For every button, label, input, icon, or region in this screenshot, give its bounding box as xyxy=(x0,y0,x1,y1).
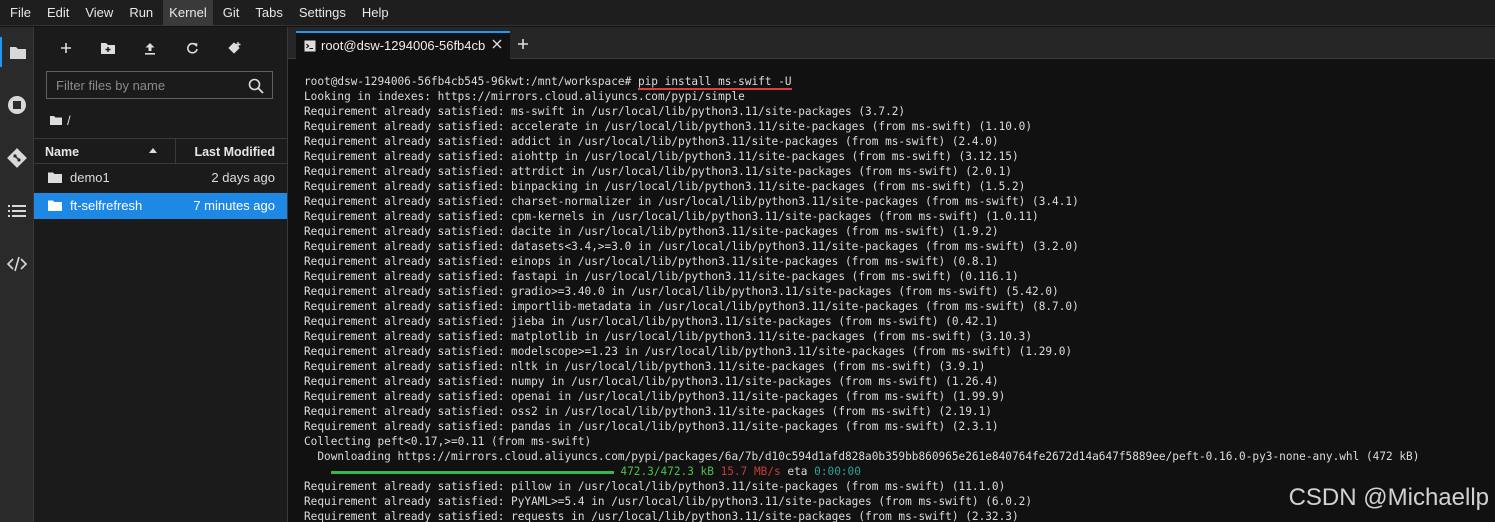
upload-icon xyxy=(145,42,155,55)
breadcrumb-root[interactable]: / xyxy=(67,113,71,128)
search-icon[interactable] xyxy=(248,78,264,94)
filter-box xyxy=(46,71,273,99)
command-underline xyxy=(637,88,792,90)
tab-terminal[interactable]: root@dsw-1294006-56fb4cb xyxy=(296,31,510,59)
menu-bar: File Edit View Run Kernel Git Tabs Settings Help xyxy=(0,0,1495,26)
file-name: demo1 xyxy=(70,170,110,185)
terminal-line: Collecting peft<0.17,>=0.11 (from ms-swi… xyxy=(304,435,592,448)
file-browser-toolbar xyxy=(34,35,287,61)
file-modified: 2 days ago xyxy=(211,170,275,185)
terminal-prompt: root@dsw-1294006-56fb4cb545-96kwt:/mnt/w… xyxy=(304,75,638,88)
terminal-line: Requirement already satisfied: nltk in /… xyxy=(304,360,986,373)
terminal-line: Requirement already satisfied: einops in… xyxy=(304,255,999,268)
folder-icon[interactable] xyxy=(50,115,62,125)
file-row-demo1[interactable]: demo1 2 days ago xyxy=(34,165,287,191)
menu-edit[interactable]: Edit xyxy=(41,0,75,26)
activity-rail xyxy=(0,27,34,522)
terminal-icon xyxy=(304,40,316,52)
terminal-command: pip install ms-swift -U xyxy=(637,75,792,90)
terminal-line: Requirement already satisfied: openai in… xyxy=(304,390,1006,403)
column-divider[interactable] xyxy=(175,139,176,163)
git-clone-icon xyxy=(227,41,240,54)
file-list-header: Name Last Modified xyxy=(34,138,287,164)
menu-tabs[interactable]: Tabs xyxy=(249,0,288,26)
file-row-ft-selfrefresh[interactable]: ft-selfrefresh 7 minutes ago xyxy=(34,193,287,219)
tab-label: root@dsw-1294006-56fb4cb xyxy=(321,38,486,53)
breadcrumb: / xyxy=(50,111,71,129)
terminal-line: Requirement already satisfied: cpm-kerne… xyxy=(304,210,1039,223)
terminal-output[interactable]: root@dsw-1294006-56fb4cb545-96kwt:/mnt/w… xyxy=(304,74,1495,522)
plus-icon xyxy=(61,43,71,53)
terminal-line: Requirement already satisfied: matplotli… xyxy=(304,330,1033,343)
progress-size: 472.3/472.3 kB xyxy=(620,465,714,478)
terminal-line: Requirement already satisfied: fastapi i… xyxy=(304,270,1019,283)
main-area: root@dsw-1294006-56fb4cb root@dsw-129400… xyxy=(288,27,1495,522)
progress-eta-label: eta xyxy=(787,465,808,478)
progress-speed: 15.7 MB/s xyxy=(720,465,781,478)
file-name: ft-selfrefresh xyxy=(70,198,143,213)
menu-view[interactable]: View xyxy=(79,0,119,26)
refresh-button[interactable] xyxy=(179,35,205,61)
progress-eta: 0:00:00 xyxy=(814,465,861,478)
terminal-line: Requirement already satisfied: dacite in… xyxy=(304,225,999,238)
folder-icon[interactable] xyxy=(0,37,33,67)
upload-button[interactable] xyxy=(137,35,163,61)
menu-help[interactable]: Help xyxy=(356,0,395,26)
download-progress-line: 472.3/472.3 kB 15.7 MB/s eta 0:00:00 xyxy=(304,464,1495,479)
menu-file[interactable]: File xyxy=(4,0,37,26)
menu-kernel[interactable]: Kernel xyxy=(163,0,213,26)
terminal-line: Looking in indexes: https://mirrors.clou… xyxy=(304,90,745,103)
close-icon[interactable] xyxy=(490,37,504,51)
terminal-line: Requirement already satisfied: modelscop… xyxy=(304,345,1073,358)
terminal-line: Requirement already satisfied: addict in… xyxy=(304,135,999,148)
terminal-command-text: pip install ms-swift -U xyxy=(637,75,792,88)
git-icon[interactable] xyxy=(0,143,33,173)
watermark: CSDN @Michaellp xyxy=(1288,484,1489,511)
menu-git[interactable]: Git xyxy=(217,0,246,26)
terminal-line: Requirement already satisfied: datasets<… xyxy=(304,240,1079,253)
terminal-line: Requirement already satisfied: ms-swift … xyxy=(304,105,906,118)
terminal-line: Requirement already satisfied: binpackin… xyxy=(304,180,1026,193)
running-icon[interactable] xyxy=(0,90,33,120)
git-clone-button[interactable] xyxy=(221,35,247,61)
new-folder-icon xyxy=(101,42,115,54)
terminal-line: Requirement already satisfied: aiohttp i… xyxy=(304,150,1019,163)
plus-icon xyxy=(518,39,528,49)
toc-icon[interactable] xyxy=(0,196,33,226)
refresh-icon xyxy=(186,42,198,54)
progress-bar xyxy=(330,464,614,479)
code-icon[interactable] xyxy=(0,249,33,279)
terminal-line: Requirement already satisfied: pandas in… xyxy=(304,420,999,433)
terminal-line: Requirement already satisfied: gradio>=3… xyxy=(304,285,1059,298)
file-modified: 7 minutes ago xyxy=(193,198,275,213)
terminal-line: Requirement already satisfied: oss2 in /… xyxy=(304,405,992,418)
terminal-line: Requirement already satisfied: charset-n… xyxy=(304,195,1079,208)
column-name-header[interactable]: Name xyxy=(45,145,79,159)
folder-icon xyxy=(48,172,62,183)
terminal-command-line: root@dsw-1294006-56fb4cb545-96kwt:/mnt/w… xyxy=(304,74,1495,90)
terminal-line: Requirement already satisfied: attrdict … xyxy=(304,165,1012,178)
terminal-line: Requirement already satisfied: importlib… xyxy=(304,300,1079,313)
terminal-line: Requirement already satisfied: accelerat… xyxy=(304,120,1033,133)
terminal-line: Downloading https://mirrors.cloud.aliyun… xyxy=(304,450,1420,463)
menu-settings[interactable]: Settings xyxy=(293,0,352,26)
new-launcher-button[interactable] xyxy=(53,35,79,61)
column-modified-header[interactable]: Last Modified xyxy=(194,145,275,159)
file-browser: / Name Last Modified demo1 2 days ago ft… xyxy=(34,27,288,522)
progress-bar-fill xyxy=(330,471,614,474)
filter-input[interactable] xyxy=(47,72,242,98)
folder-icon xyxy=(48,200,62,211)
tab-bar: root@dsw-1294006-56fb4cb xyxy=(288,27,1495,59)
terminal-line: Requirement already satisfied: jieba in … xyxy=(304,315,999,328)
sort-ascending-icon[interactable] xyxy=(148,146,158,154)
new-folder-button[interactable] xyxy=(95,35,121,61)
menu-run[interactable]: Run xyxy=(123,0,159,26)
terminal-line: Requirement already satisfied: numpy in … xyxy=(304,375,999,388)
add-tab-button[interactable] xyxy=(511,33,535,55)
